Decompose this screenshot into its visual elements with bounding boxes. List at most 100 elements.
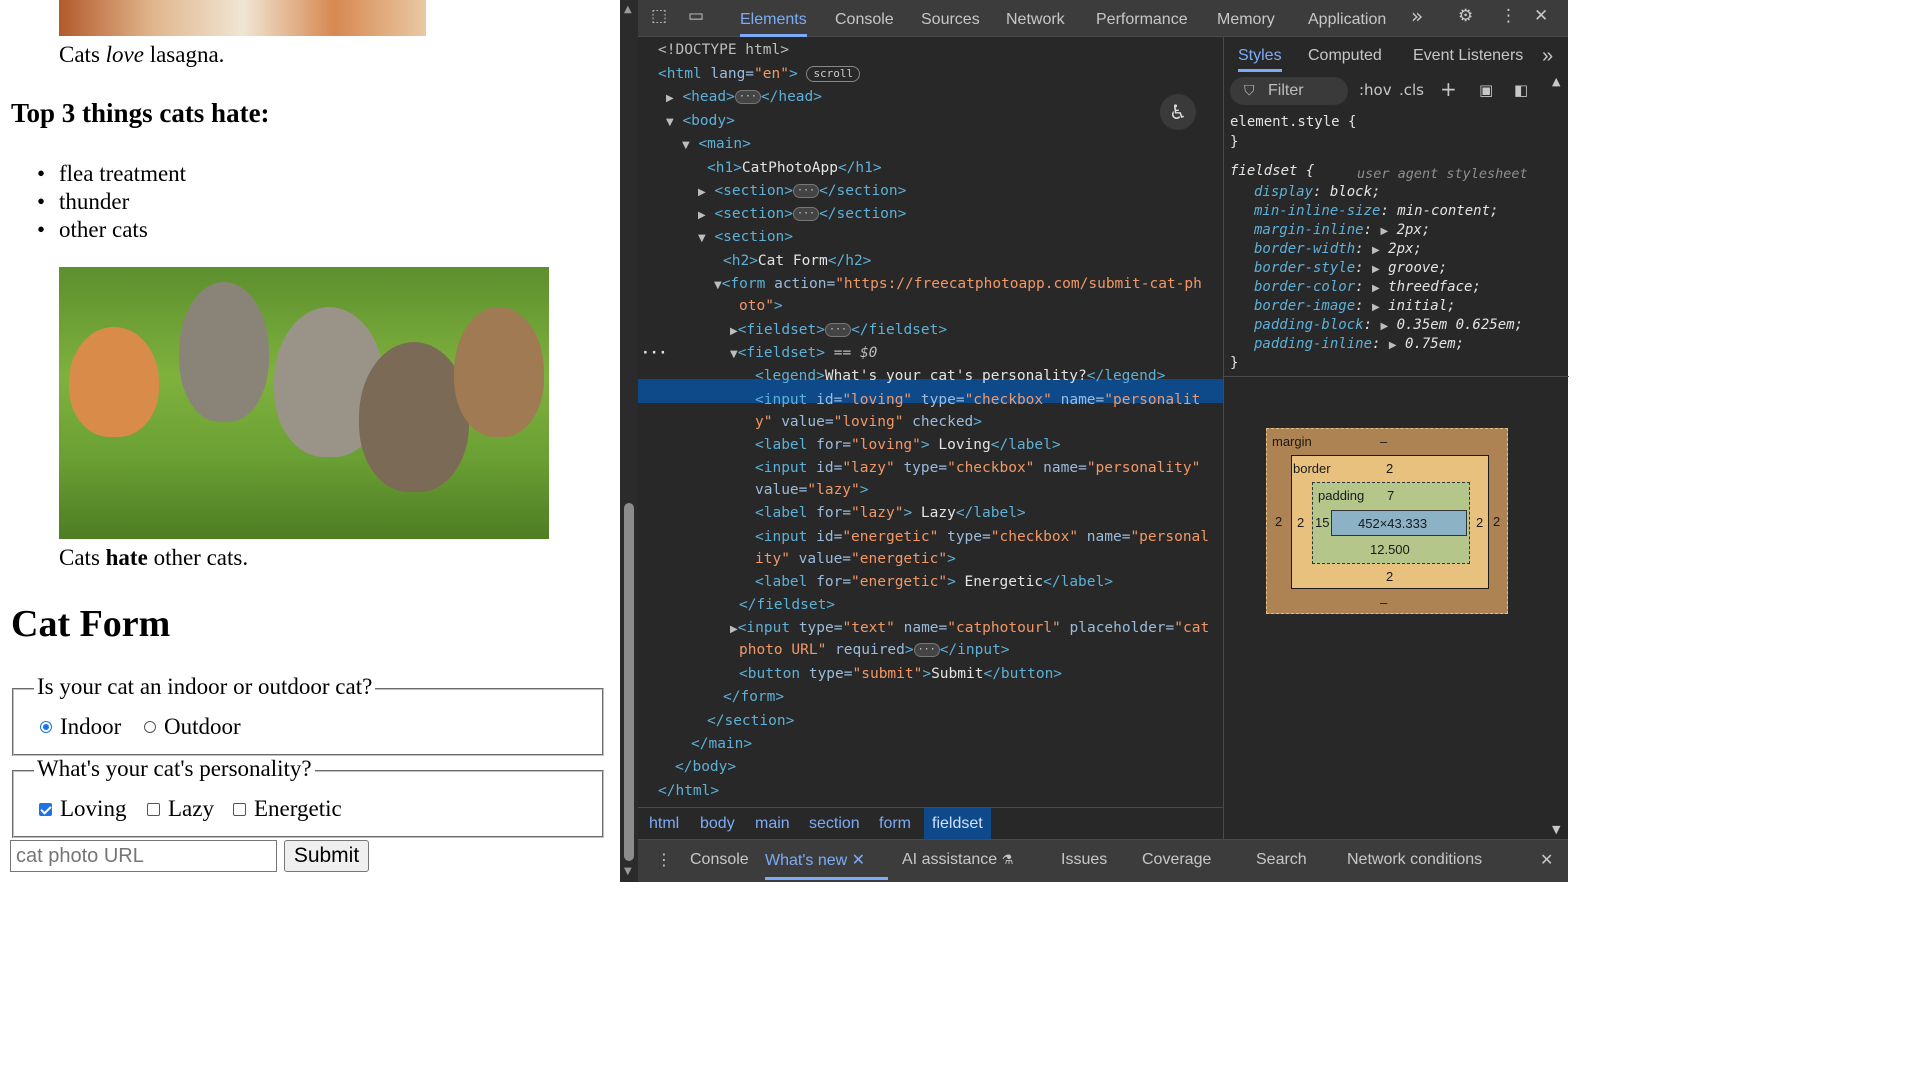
breadcrumb-body[interactable]: body [692,808,743,839]
styles-scroll-up-icon[interactable]: ▲ [1552,75,1560,88]
hover-state-toggle[interactable]: :hov [1359,81,1392,99]
loving-option[interactable]: Loving [39,796,126,822]
energetic-checkbox[interactable] [233,802,246,816]
css-declaration[interactable]: display: block; [1254,183,1380,202]
h2-node[interactable]: <h2>Cat Form</h2> [723,250,871,272]
drawer-tab-whats-new[interactable]: What's new ✕ [765,840,888,880]
h1-node[interactable]: <h1>CatPhotoApp</h1> [707,157,882,179]
box-model-content[interactable]: 452×43.333 [1331,510,1467,536]
page-scrollbar[interactable]: ▲ ▼ [620,0,638,882]
css-declaration[interactable]: padding-block: ▶ 0.35em 0.625em; [1254,316,1523,336]
close-drawer-icon[interactable]: ✕ [1540,840,1553,880]
css-declaration[interactable]: margin-inline: ▶ 2px; [1254,221,1430,241]
selected-fieldset-node[interactable]: ▼<fieldset> == $0 [730,342,877,364]
energetic-option[interactable]: Energetic [233,796,342,822]
breadcrumb-form[interactable]: form [871,808,919,839]
fieldset-node[interactable]: ▶<fieldset> ··· </fieldset> [730,319,947,341]
lazy-checkbox[interactable] [147,802,160,816]
css-declaration[interactable]: padding-inline: ▶ 0.75em; [1254,335,1464,355]
main-node[interactable]: ▼ <main> [682,133,751,155]
loving-checkbox[interactable] [39,802,52,816]
outdoor-option[interactable]: Outdoor [144,714,241,740]
box-model-margin[interactable]: margin – 2 2 – border 2 2 2 2 padding 7 … [1266,428,1508,614]
more-style-tabs-icon[interactable]: » [1542,37,1553,72]
drawer-tab-search[interactable]: Search [1256,840,1307,880]
section-node[interactable]: ▶ <section> ··· </section> [698,203,906,225]
tab-console[interactable]: Console [835,0,894,37]
tab-event-listeners[interactable]: Event Listeners [1413,37,1523,72]
settings-gear-icon[interactable]: ⚙ [1458,6,1473,26]
scroll-badge[interactable]: scroll [806,66,861,82]
form-node[interactable]: ▼<form action="https://freecatphotoapp.c… [714,273,1202,295]
scroll-down-arrow-icon[interactable]: ▼ [624,866,632,877]
section-node[interactable]: ▼ <section> [698,226,793,248]
input-loving-node[interactable]: <input id="loving" type="checkbox" name=… [755,389,1200,411]
css-declaration[interactable]: min-inline-size: min-content; [1254,202,1498,221]
drawer-menu-icon[interactable]: ⋮ [656,840,672,880]
dom-tree[interactable]: ♿ <!DOCTYPE html> <html lang="en"> scrol… [638,37,1223,807]
paint-brush-icon[interactable]: ▣ [1479,81,1493,99]
label-lazy-node[interactable]: <label for="lazy"> Lazy</label> [755,502,1026,524]
doctype-node[interactable]: <!DOCTYPE html> [658,39,789,61]
button-node[interactable]: <button type="submit">Submit</button> [739,663,1062,685]
lazy-option[interactable]: Lazy [147,796,214,822]
new-rule-icon[interactable]: + [1440,77,1457,101]
indoor-radio[interactable] [40,721,52,733]
tab-network[interactable]: Network [1006,0,1065,37]
css-declaration[interactable]: border-color: ▶ threedface; [1254,278,1481,298]
body-node[interactable]: ▼ <body> [666,110,735,132]
fieldset-rule-selector[interactable]: fieldset { [1230,162,1314,181]
css-declaration[interactable]: border-style: ▶ groove; [1254,259,1447,279]
submit-button[interactable]: Submit [284,840,369,872]
indoor-option[interactable]: Indoor [40,714,121,740]
input-energetic-node[interactable]: <input id="energetic" type="checkbox" na… [755,526,1209,548]
section-node[interactable]: ▶ <section> ··· </section> [698,180,906,202]
toggle-sidebar-icon[interactable]: ◧ [1514,81,1528,99]
tab-memory[interactable]: Memory [1217,0,1275,37]
legend-node[interactable]: <legend>What's your cat's personality?</… [755,365,1165,387]
label-loving-node[interactable]: <label for="loving"> Loving</label> [755,434,1061,456]
styles-scroll-down-icon[interactable]: ▼ [1552,823,1560,836]
fieldset-close-node[interactable]: </fieldset> [739,594,835,616]
input-url-node[interactable]: ▶<input type="text" name="catphotourl" p… [730,617,1209,639]
html-node[interactable]: <html lang="en"> scroll [658,63,861,85]
breadcrumb-html[interactable]: html [641,808,687,839]
breadcrumb-main[interactable]: main [747,808,798,839]
more-tabs-icon[interactable]: » [1411,4,1423,28]
input-lazy-node[interactable]: <input id="lazy" type="checkbox" name="p… [755,457,1200,479]
tab-styles[interactable]: Styles [1238,37,1282,72]
breadcrumb-section[interactable]: section [801,808,868,839]
element-style-rule[interactable]: element.style { [1230,113,1356,132]
css-declaration[interactable]: border-width: ▶ 2px; [1254,240,1422,260]
drawer-tab-network-conditions[interactable]: Network conditions [1347,840,1482,880]
box-model-border[interactable]: border 2 2 2 2 padding 7 15 15 12.500 45… [1291,455,1489,589]
accessibility-tree-icon[interactable]: ♿ [1160,94,1196,130]
node-actions-icon[interactable]: ··· [641,342,667,364]
inspect-element-icon[interactable]: ⬚ [651,6,667,26]
box-model-padding[interactable]: padding 7 15 15 12.500 452×43.333 [1312,482,1470,564]
close-devtools-icon[interactable]: ✕ [1534,6,1548,26]
drawer-tab-ai-assistance[interactable]: AI assistance ⚗ [902,840,1013,880]
tab-computed[interactable]: Computed [1308,37,1382,72]
cat-photo-url-input[interactable]: cat photo URL [10,840,277,872]
breadcrumb-fieldset[interactable]: fieldset [924,808,991,839]
label-energetic-node[interactable]: <label for="energetic"> Energetic</label… [755,571,1113,593]
section-close-node[interactable]: </section> [707,710,794,732]
device-toolbar-icon[interactable]: ▭ [688,6,704,26]
body-close-node[interactable]: </body> [675,756,736,778]
tab-performance[interactable]: Performance [1096,0,1188,37]
tab-application[interactable]: Application [1308,0,1386,37]
drawer-tab-issues[interactable]: Issues [1061,840,1107,880]
drawer-tab-console[interactable]: Console [690,840,749,880]
more-options-icon[interactable]: ⋮ [1500,6,1517,26]
scrollbar-thumb[interactable] [624,503,634,861]
main-close-node[interactable]: </main> [691,733,752,755]
html-close-node[interactable]: </html> [658,780,719,802]
css-declaration[interactable]: border-image: ▶ initial; [1254,297,1456,317]
styles-filter-input[interactable]: ⛉ Filter [1230,77,1348,105]
drawer-tab-coverage[interactable]: Coverage [1142,840,1211,880]
class-toggle[interactable]: .cls [1399,81,1424,99]
scroll-up-arrow-icon[interactable]: ▲ [624,4,632,15]
outdoor-radio[interactable] [144,721,156,733]
head-node[interactable]: ▶ <head> ··· </head> [666,86,822,108]
